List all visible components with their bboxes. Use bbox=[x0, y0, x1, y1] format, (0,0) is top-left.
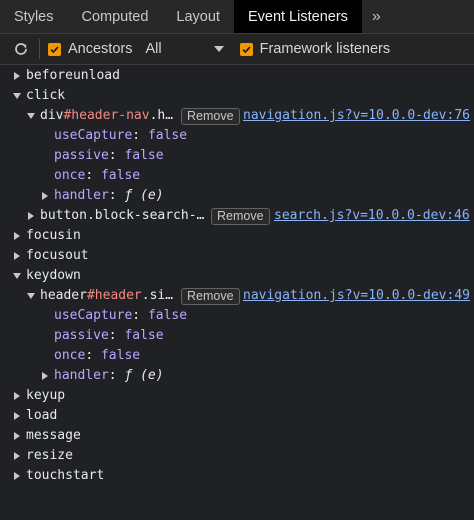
checkbox-checked-icon bbox=[239, 42, 253, 56]
tab-event-listeners[interactable]: Event Listeners bbox=[233, 0, 362, 33]
property-value: false bbox=[124, 328, 164, 343]
event-row-focusout[interactable]: focusout bbox=[0, 246, 474, 266]
listener-property: useCapture: false bbox=[54, 308, 188, 323]
listener-property: once: false bbox=[54, 348, 141, 363]
event-row-touchstart[interactable]: touchstart bbox=[0, 466, 474, 486]
event-listeners-toolbar: Ancestors All Framework listeners bbox=[0, 34, 474, 65]
tab-computed[interactable]: Computed bbox=[68, 0, 163, 33]
checkbox-checked-icon bbox=[48, 42, 61, 56]
property-key: once bbox=[54, 348, 86, 363]
event-row-load[interactable]: load bbox=[0, 406, 474, 426]
refresh-icon[interactable] bbox=[9, 41, 33, 57]
property-key: passive bbox=[54, 148, 109, 163]
expand-arrow-icon[interactable] bbox=[40, 186, 50, 206]
source-link[interactable]: navigation.js?v=10.0.0-dev:76 bbox=[243, 106, 470, 126]
tab-layout[interactable]: Layout bbox=[162, 0, 234, 33]
event-name: touchstart bbox=[26, 468, 105, 483]
remove-button[interactable]: Remove bbox=[211, 208, 270, 225]
event-row-focusin[interactable]: focusin bbox=[0, 226, 474, 246]
event-name: keyup bbox=[26, 388, 66, 403]
collapse-arrow-icon[interactable] bbox=[26, 286, 36, 306]
collapse-arrow-icon[interactable] bbox=[12, 86, 22, 106]
framework-listeners-checkbox[interactable]: Framework listeners bbox=[239, 41, 391, 57]
ancestors-label: Ancestors bbox=[68, 41, 133, 57]
listener-node[interactable]: div#header-nav.h… bbox=[40, 106, 173, 126]
event-name: beforeunload bbox=[26, 68, 120, 83]
expand-arrow-icon[interactable] bbox=[12, 446, 22, 466]
handler-row[interactable]: handler: ƒ (e) bbox=[0, 366, 474, 386]
more-tabs-button[interactable]: » bbox=[362, 0, 391, 33]
expand-arrow-icon[interactable] bbox=[40, 366, 50, 386]
framework-listeners-label: Framework listeners bbox=[259, 41, 391, 57]
listener-node[interactable]: header#header.si… bbox=[40, 286, 173, 306]
event-row-keyup[interactable]: keyup bbox=[0, 386, 474, 406]
listener-node[interactable]: button.block-search-… bbox=[40, 206, 204, 226]
tab-styles[interactable]: Styles bbox=[0, 0, 68, 33]
expand-arrow-icon[interactable] bbox=[12, 246, 22, 266]
event-listener-tree: beforeunload click div#header-nav.h… Rem… bbox=[0, 66, 474, 486]
event-name: message bbox=[26, 428, 81, 443]
collapse-arrow-icon[interactable] bbox=[12, 266, 22, 286]
property-key: useCapture bbox=[54, 308, 133, 323]
event-row-resize[interactable]: resize bbox=[0, 446, 474, 466]
source-link[interactable]: search.js?v=10.0.0-dev:46 bbox=[274, 206, 470, 226]
event-name: focusout bbox=[26, 248, 89, 263]
expand-arrow-icon[interactable] bbox=[12, 386, 22, 406]
ancestors-checkbox[interactable]: Ancestors bbox=[48, 41, 132, 57]
property-value: false bbox=[124, 148, 164, 163]
property-value: false bbox=[100, 348, 141, 363]
remove-button[interactable]: Remove bbox=[181, 108, 240, 125]
toolbar-divider bbox=[39, 39, 40, 59]
expand-arrow-icon[interactable] bbox=[12, 426, 22, 446]
expand-arrow-icon[interactable] bbox=[26, 206, 36, 226]
property-value: false bbox=[147, 308, 188, 323]
property-key: useCapture bbox=[54, 128, 133, 143]
sidebar-tab-bar: Styles Computed Layout Event Listeners » bbox=[0, 0, 474, 34]
event-name: keydown bbox=[26, 268, 81, 283]
listener-filter-select[interactable]: All bbox=[145, 41, 161, 57]
event-name: click bbox=[26, 88, 66, 103]
expand-arrow-icon[interactable] bbox=[12, 226, 22, 246]
event-name: resize bbox=[26, 448, 73, 463]
listener-property: once: false bbox=[54, 168, 141, 183]
event-row-message[interactable]: message bbox=[0, 426, 474, 446]
event-name: load bbox=[26, 408, 58, 423]
handler-key: handler bbox=[54, 188, 109, 203]
event-row-keydown[interactable]: keydown bbox=[0, 266, 474, 286]
collapse-arrow-icon[interactable] bbox=[26, 106, 36, 126]
listener-row[interactable]: div#header-nav.h… Remove navigation.js?v… bbox=[0, 106, 474, 126]
source-link[interactable]: navigation.js?v=10.0.0-dev:49 bbox=[243, 286, 470, 306]
handler-function: ƒ (e) bbox=[124, 368, 164, 383]
property-value: false bbox=[147, 128, 188, 143]
property-key: passive bbox=[54, 328, 109, 343]
listener-property: useCapture: false bbox=[54, 128, 188, 143]
property-key: once bbox=[54, 168, 86, 183]
property-value: false bbox=[100, 168, 141, 183]
listener-row[interactable]: button.block-search-… Remove search.js?v… bbox=[0, 206, 474, 226]
remove-button[interactable]: Remove bbox=[181, 288, 240, 305]
handler-function: ƒ (e) bbox=[124, 188, 164, 203]
event-row-beforeunload[interactable]: beforeunload bbox=[0, 66, 474, 86]
expand-arrow-icon[interactable] bbox=[12, 466, 22, 486]
listener-property: passive: false bbox=[54, 328, 164, 343]
listener-row[interactable]: header#header.si… Remove navigation.js?v… bbox=[0, 286, 474, 306]
listener-property: passive: false bbox=[54, 148, 164, 163]
expand-arrow-icon[interactable] bbox=[12, 66, 22, 86]
event-row-click[interactable]: click bbox=[0, 86, 474, 106]
handler-row[interactable]: handler: ƒ (e) bbox=[0, 186, 474, 206]
chevron-down-icon[interactable] bbox=[213, 46, 224, 52]
event-name: focusin bbox=[26, 228, 81, 243]
handler-key: handler bbox=[54, 368, 109, 383]
expand-arrow-icon[interactable] bbox=[12, 406, 22, 426]
event-listeners-panel: Styles Computed Layout Event Listeners »… bbox=[0, 0, 474, 520]
